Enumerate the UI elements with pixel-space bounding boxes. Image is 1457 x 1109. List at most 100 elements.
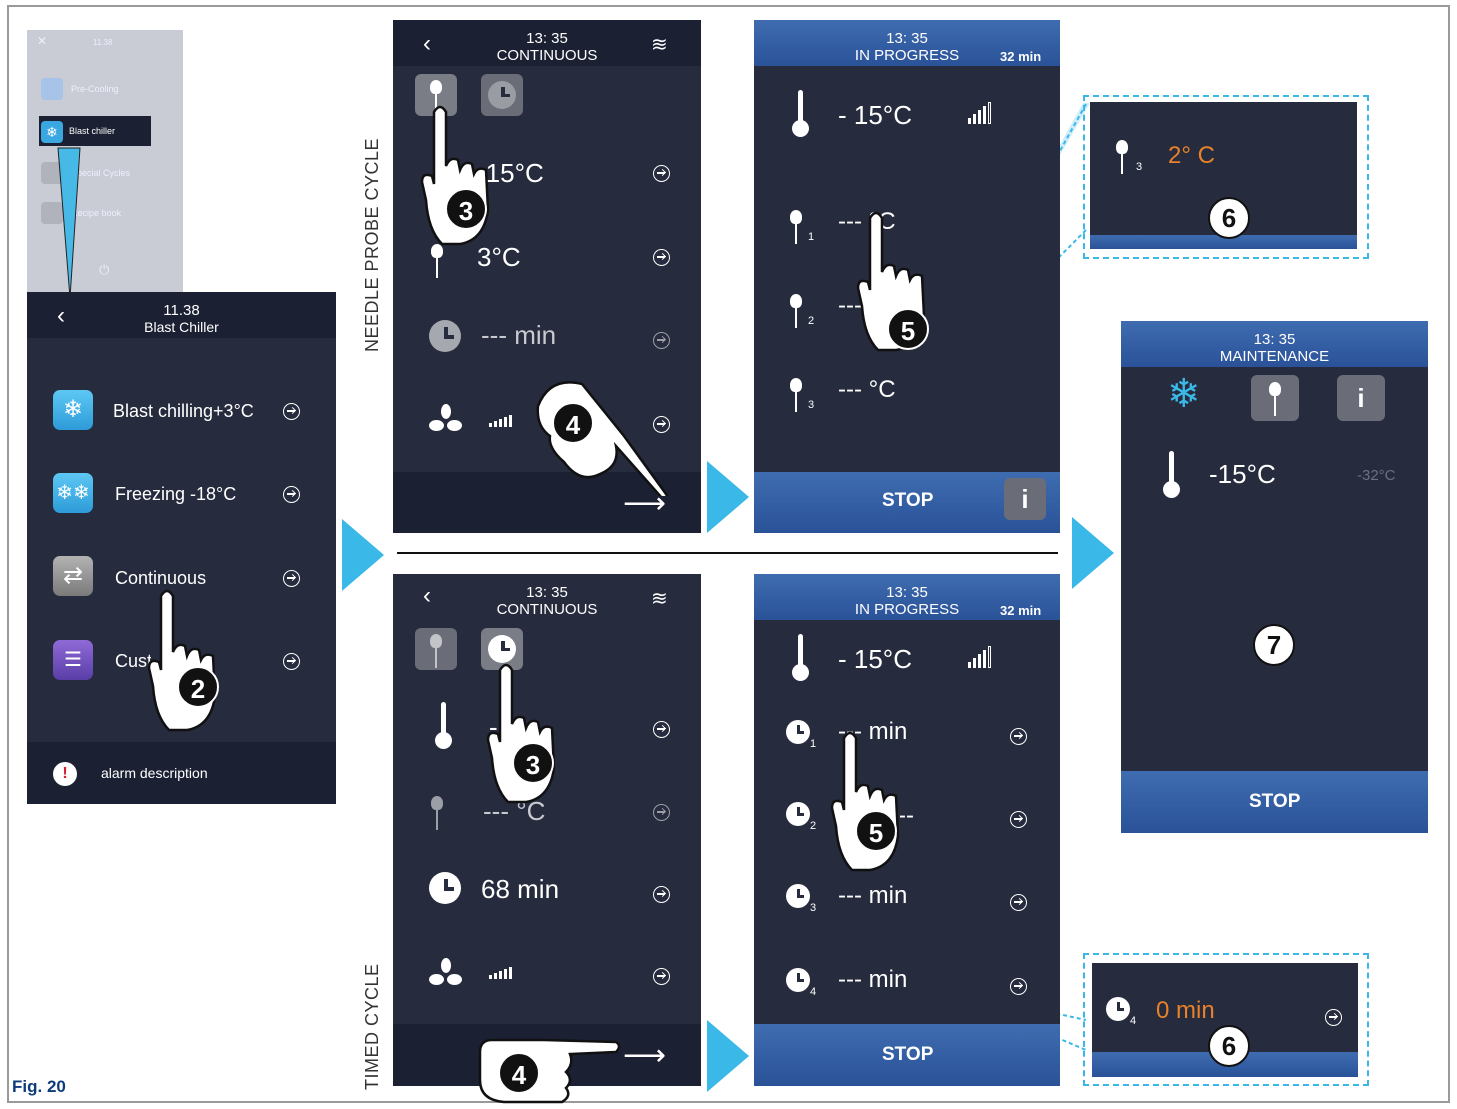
arrow-right-icon[interactable]: [653, 804, 670, 821]
probe-mode-button[interactable]: [415, 628, 457, 670]
power-icon[interactable]: ⏻: [99, 262, 109, 278]
flow-arrow-icon: [707, 461, 749, 533]
header-time: 13: 35: [886, 584, 928, 601]
time-value[interactable]: 68 min: [481, 874, 559, 905]
time-value[interactable]: --- min: [481, 320, 556, 351]
fan-speed-bars[interactable]: [489, 415, 512, 427]
thumb-item[interactable]: Pre-Cooling: [71, 84, 119, 94]
clock-icon: [1106, 997, 1130, 1021]
pointing-hand-icon: [420, 105, 490, 246]
arrow-right-icon[interactable]: [1010, 894, 1027, 911]
header-title: MAINTENANCE: [1219, 348, 1330, 365]
maintenance-header: 13: 35 MAINTENANCE: [1121, 331, 1428, 365]
thumb-item[interactable]: Special Cycles: [71, 168, 130, 178]
thumb-item[interactable]: Recipe book: [71, 208, 121, 218]
clock-icon: [786, 802, 810, 826]
arrow-right-icon[interactable]: [1010, 978, 1027, 995]
wifi-icon: ≋: [651, 588, 668, 610]
arrow-right-icon[interactable]: [1325, 1009, 1342, 1026]
thermometer-icon: [790, 634, 812, 682]
arrow-right-icon[interactable]: [653, 721, 670, 738]
fan-speed-bars[interactable]: [489, 967, 512, 979]
timer-index: 1: [810, 738, 817, 750]
arrow-right-icon[interactable]: [1010, 728, 1027, 745]
step-4-badge: 4: [552, 402, 594, 444]
thumb-item[interactable]: Blast chiller: [69, 126, 115, 136]
info-button[interactable]: i: [1004, 478, 1046, 520]
menu-item-label[interactable]: Customisation: [115, 651, 151, 672]
alarm-icon: !: [53, 762, 77, 786]
stop-button[interactable]: STOP: [882, 1044, 933, 1066]
duration: 32 min: [1000, 603, 1042, 618]
clock-icon: [429, 320, 461, 352]
menu-item-label[interactable]: Blast chilling+3°C: [113, 401, 254, 422]
thumb-time: 11.38: [93, 38, 113, 47]
timed-setup-screen: ‹ 13: 35 CONTINUOUS ≋ -15°C --- °C 68 mi…: [393, 574, 701, 1086]
start-arrow-icon[interactable]: ⟶: [623, 1038, 666, 1073]
stop-button[interactable]: STOP: [1249, 791, 1300, 813]
arrow-right-icon[interactable]: [283, 403, 300, 420]
thermometer-icon: [433, 702, 455, 750]
needle-probe-icon: [788, 206, 804, 246]
arrow-right-icon[interactable]: [283, 570, 300, 587]
step-3-badge: 3: [512, 742, 554, 784]
needle-probe-icon: [788, 374, 804, 414]
thumbnail-screen: ✕ 11.38 Pre-Cooling ❄ Blast chiller Spec…: [27, 30, 183, 292]
sliders-icon: ☰: [53, 640, 93, 680]
arrow-right-icon[interactable]: [283, 486, 300, 503]
timer-index: 4: [810, 986, 817, 998]
step-6-badge: 6: [1208, 197, 1250, 239]
close-icon[interactable]: ✕: [37, 34, 47, 48]
needle-probe-icon: [429, 792, 445, 832]
needle-probe-icon: [1114, 136, 1130, 176]
step-5-badge: 5: [887, 308, 929, 350]
pointing-hand-icon: [486, 663, 556, 804]
step-6-badge: 6: [1208, 1025, 1250, 1067]
timer-index: 2: [810, 820, 817, 832]
arrow-right-icon[interactable]: [653, 332, 670, 349]
thermometer-icon: [1161, 451, 1183, 499]
recipe-book-icon: [41, 202, 63, 224]
probe-index: 2: [808, 315, 815, 327]
target-temp: -32°C: [1357, 467, 1396, 484]
header-time: 13: 35: [1253, 331, 1296, 348]
timer-index: 4: [1130, 1015, 1137, 1027]
menu-item-label[interactable]: Freezing -18°C: [115, 484, 236, 505]
clock-icon: [786, 884, 810, 908]
arrow-right-icon[interactable]: [653, 886, 670, 903]
clock-icon: [786, 968, 810, 992]
timer-value: --- min: [838, 966, 908, 993]
probe-button[interactable]: [1251, 375, 1299, 421]
stop-button[interactable]: STOP: [882, 490, 933, 512]
chamber-temp: - 15°C: [838, 100, 912, 130]
arrow-right-icon[interactable]: [653, 968, 670, 985]
flow-arrow-icon: [1072, 517, 1114, 589]
header-time: 13: 35: [886, 30, 928, 47]
step-4-badge: 4: [498, 1052, 540, 1094]
snowflake-icon: ❄: [1167, 372, 1201, 416]
probe-index: 3: [1136, 161, 1143, 173]
flow-arrow-icon: [342, 519, 384, 591]
arrow-right-icon[interactable]: [653, 165, 670, 182]
step-7-badge: 7: [1253, 624, 1295, 666]
thermometer-icon: [41, 78, 63, 100]
loop-icon: ⇄: [53, 556, 93, 596]
alarm-description[interactable]: alarm description: [101, 765, 208, 781]
pointing-hand-icon: [478, 1038, 621, 1104]
arrow-right-icon[interactable]: [653, 249, 670, 266]
timed-cycle-label: TIMED CYCLE: [362, 963, 382, 1090]
wifi-icon: ≋: [651, 34, 668, 56]
step-5-badge: 5: [855, 810, 897, 852]
figure-label: Fig. 20: [12, 1077, 66, 1096]
probe-index: 1: [808, 231, 815, 243]
arrow-right-icon[interactable]: [283, 653, 300, 670]
duration: 32 min: [1000, 49, 1042, 64]
step-2-badge: 2: [177, 666, 219, 708]
timer-index: 3: [810, 902, 817, 914]
pointing-hand-icon: [147, 589, 217, 732]
maintenance-screen: 13: 35 MAINTENANCE ❄ i -15°C -32°C 7 STO…: [1121, 321, 1428, 833]
menu-header: 11.38 Blast Chiller: [27, 302, 336, 336]
info-button[interactable]: i: [1337, 375, 1385, 421]
thermometer-icon: [790, 90, 812, 138]
arrow-right-icon[interactable]: [1010, 811, 1027, 828]
